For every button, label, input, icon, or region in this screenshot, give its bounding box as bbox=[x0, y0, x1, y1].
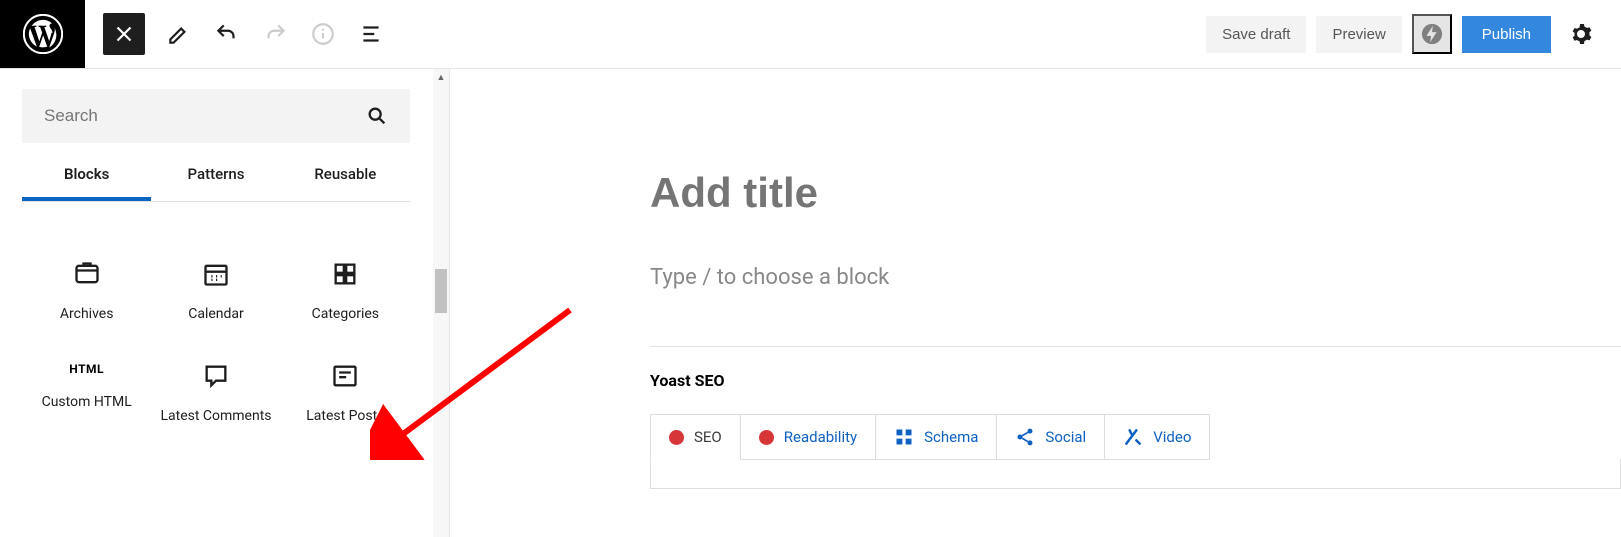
share-icon bbox=[1015, 427, 1035, 447]
close-inserter-button[interactable] bbox=[103, 13, 145, 55]
preview-button[interactable]: Preview bbox=[1316, 16, 1401, 53]
block-archives[interactable]: Archives bbox=[22, 260, 151, 322]
video-icon bbox=[1123, 427, 1143, 447]
block-categories[interactable]: Categories bbox=[281, 260, 410, 322]
categories-icon bbox=[331, 260, 359, 288]
info-button[interactable] bbox=[299, 10, 347, 58]
block-label: Custom HTML bbox=[42, 394, 132, 410]
comment-icon bbox=[202, 362, 230, 390]
block-latest-comments[interactable]: Latest Comments bbox=[151, 362, 280, 424]
block-inserter-panel: Blocks Patterns Reusable Archives Calend… bbox=[0, 69, 450, 537]
post-title-input[interactable] bbox=[650, 169, 1621, 217]
block-label: Calendar bbox=[188, 306, 244, 322]
block-label: Archives bbox=[60, 306, 114, 322]
undo-button[interactable] bbox=[203, 10, 251, 58]
schema-icon bbox=[894, 427, 914, 447]
archives-icon bbox=[73, 260, 101, 288]
yoast-tab-social[interactable]: Social bbox=[996, 414, 1105, 460]
gear-icon bbox=[1569, 22, 1593, 46]
yoast-tab-label: Readability bbox=[784, 428, 857, 446]
html-icon: HTML bbox=[69, 362, 104, 376]
outline-icon bbox=[358, 21, 384, 47]
block-label: Latest Comments bbox=[160, 408, 271, 424]
block-search[interactable] bbox=[22, 89, 410, 143]
settings-button[interactable] bbox=[1561, 14, 1601, 54]
divider bbox=[650, 346, 1621, 347]
outline-button[interactable] bbox=[347, 10, 395, 58]
redo-icon bbox=[262, 21, 288, 47]
yoast-tab-video[interactable]: Video bbox=[1104, 414, 1210, 460]
yoast-title: Yoast SEO bbox=[650, 371, 1621, 390]
block-label: Categories bbox=[312, 306, 379, 322]
block-prompt[interactable]: Type / to choose a block bbox=[650, 265, 1621, 290]
yoast-tab-seo[interactable]: SEO bbox=[650, 414, 741, 460]
editor-canvas: Type / to choose a block Yoast SEO SEO R… bbox=[450, 69, 1621, 537]
yoast-tab-label: Video bbox=[1153, 428, 1191, 446]
tab-reusable[interactable]: Reusable bbox=[281, 153, 410, 201]
inserter-tabs: Blocks Patterns Reusable bbox=[22, 153, 410, 202]
block-latest-posts[interactable]: Latest Posts bbox=[281, 362, 410, 424]
block-label: Latest Posts bbox=[306, 408, 384, 424]
scroll-up-icon[interactable]: ▲ bbox=[433, 69, 449, 85]
bolt-icon bbox=[1421, 23, 1443, 45]
redo-button[interactable] bbox=[251, 10, 299, 58]
save-draft-button[interactable]: Save draft bbox=[1206, 16, 1306, 53]
yoast-tab-label: SEO bbox=[694, 428, 722, 446]
yoast-content bbox=[650, 459, 1621, 489]
yoast-tabs: SEO Readability Schema Social Video bbox=[650, 414, 1621, 460]
yoast-tab-readability[interactable]: Readability bbox=[740, 414, 876, 460]
calendar-icon bbox=[202, 260, 230, 288]
yoast-tab-label: Schema bbox=[924, 428, 978, 446]
info-icon bbox=[310, 21, 336, 47]
status-dot-icon bbox=[759, 430, 774, 445]
scrollbar[interactable]: ▲ bbox=[433, 69, 449, 537]
yoast-tab-label: Social bbox=[1045, 428, 1086, 446]
jetpack-button[interactable] bbox=[1412, 14, 1452, 54]
search-input[interactable] bbox=[44, 106, 366, 126]
wp-logo[interactable] bbox=[0, 0, 85, 68]
close-icon bbox=[111, 21, 137, 47]
undo-icon bbox=[214, 21, 240, 47]
wordpress-icon bbox=[23, 14, 63, 54]
search-icon bbox=[366, 105, 388, 127]
edit-button[interactable] bbox=[155, 10, 203, 58]
block-calendar[interactable]: Calendar bbox=[151, 260, 280, 322]
publish-button[interactable]: Publish bbox=[1462, 16, 1551, 53]
yoast-tab-schema[interactable]: Schema bbox=[875, 414, 997, 460]
top-toolbar: Save draft Preview Publish bbox=[0, 0, 1621, 68]
tab-blocks[interactable]: Blocks bbox=[22, 153, 151, 201]
tab-patterns[interactable]: Patterns bbox=[151, 153, 280, 201]
scrollbar-thumb[interactable] bbox=[435, 269, 447, 313]
status-dot-icon bbox=[669, 430, 684, 445]
yoast-metabox: Yoast SEO SEO Readability Schema Social bbox=[650, 371, 1621, 489]
block-custom-html[interactable]: HTML Custom HTML bbox=[22, 362, 151, 424]
latest-posts-icon bbox=[331, 362, 359, 390]
pencil-icon bbox=[166, 21, 192, 47]
